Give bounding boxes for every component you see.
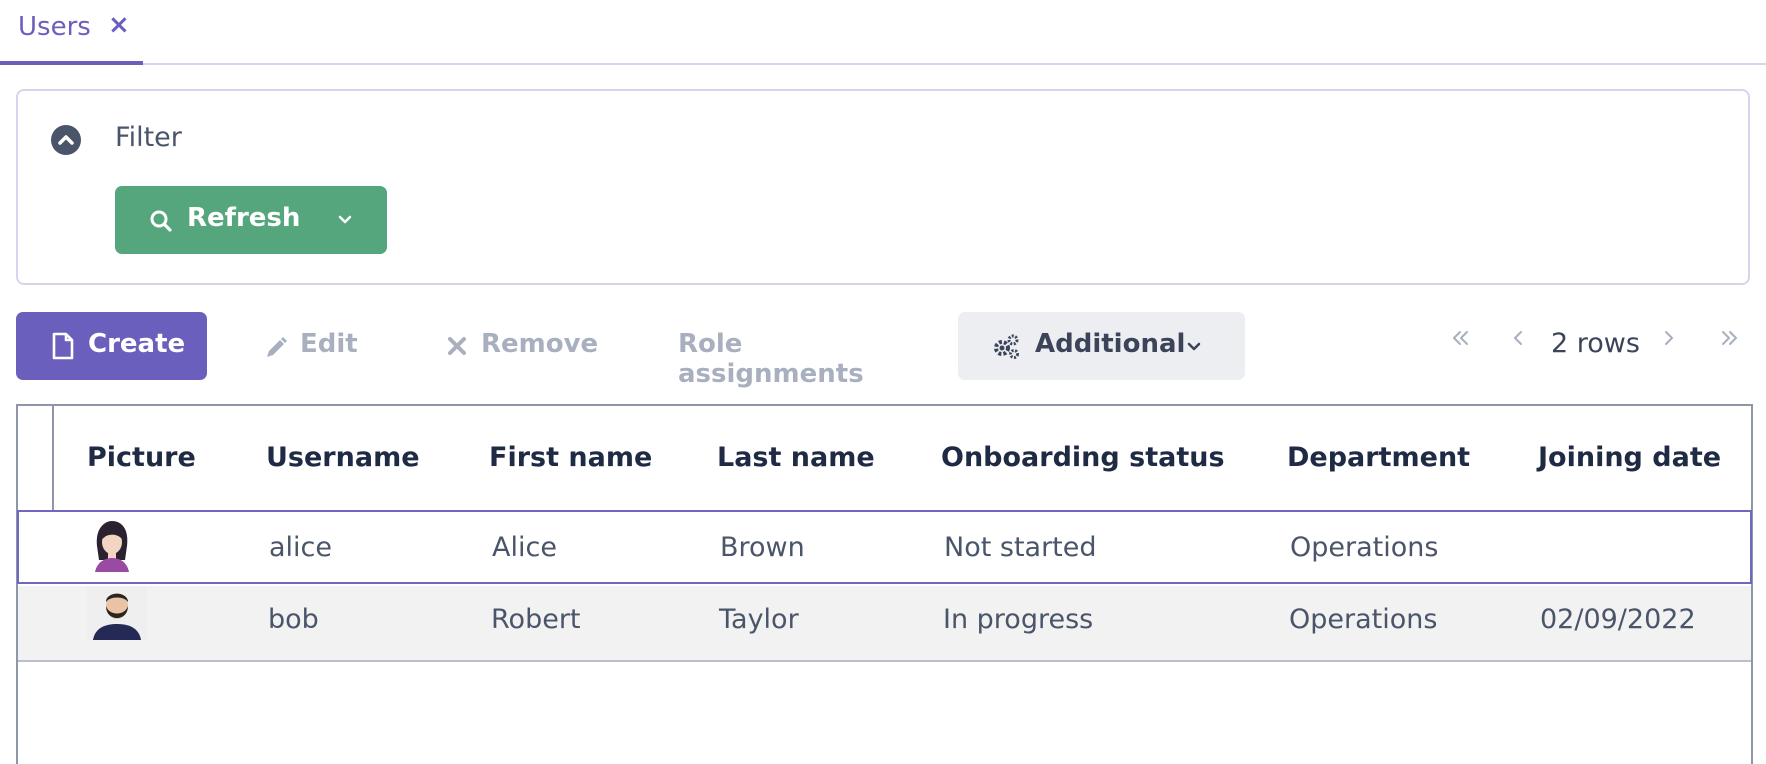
cell-department: Operations <box>1289 604 1438 635</box>
column-header-username[interactable]: Username <box>266 442 420 473</box>
avatar <box>87 586 147 640</box>
role-assignments-button[interactable]: Role assignments <box>678 312 908 389</box>
chevron-down-icon <box>1187 342 1201 351</box>
last-page-icon[interactable] <box>1720 330 1738 346</box>
cell-first-name: Robert <box>491 604 581 635</box>
avatar <box>95 521 129 572</box>
tab-users[interactable]: Users × <box>0 0 143 65</box>
column-header-onboarding-status[interactable]: Onboarding status <box>941 442 1225 473</box>
cell-joining-date: 02/09/2022 <box>1540 604 1696 635</box>
filter-label: Filter <box>115 122 182 153</box>
close-icon <box>448 337 466 355</box>
chevron-up-icon[interactable] <box>51 125 81 155</box>
first-page-icon[interactable] <box>1452 330 1470 346</box>
table-row[interactable]: alice Alice Brown Not started Operations <box>17 510 1752 584</box>
cell-first-name: Alice <box>492 532 557 563</box>
create-button[interactable]: Create <box>16 312 207 380</box>
pencil-icon <box>267 337 287 357</box>
cell-username: alice <box>269 532 333 563</box>
users-table: Picture Username First name Last name On… <box>16 404 1753 764</box>
next-page-icon[interactable] <box>1663 330 1675 346</box>
chevron-down-icon[interactable] <box>337 214 353 226</box>
cell-department: Operations <box>1290 532 1439 563</box>
tab-close-icon[interactable]: × <box>108 10 130 40</box>
table-row[interactable]: bob Robert Taylor In progress Operations… <box>18 586 1751 662</box>
edit-label: Edit <box>300 329 358 359</box>
remove-button[interactable]: Remove <box>446 312 598 380</box>
column-header-first-name[interactable]: First name <box>489 442 652 473</box>
filter-panel: Filter Refresh <box>16 89 1750 285</box>
gears-icon <box>994 334 1019 359</box>
previous-page-icon[interactable] <box>1512 330 1524 346</box>
cell-last-name: Brown <box>720 532 805 563</box>
tab-bar: Users × <box>0 0 1766 65</box>
remove-label: Remove <box>481 329 599 359</box>
create-label: Create <box>88 329 186 359</box>
table-header: Picture Username First name Last name On… <box>18 406 1751 512</box>
document-icon <box>52 332 74 360</box>
cell-onboarding-status: In progress <box>943 604 1094 635</box>
row-count: 2 rows <box>1551 328 1640 359</box>
additional-button[interactable]: Additional <box>958 312 1245 380</box>
cell-onboarding-status: Not started <box>944 532 1097 563</box>
refresh-label: Refresh <box>187 203 301 233</box>
cell-username: bob <box>268 604 319 635</box>
role-assignments-label: Role assignments <box>678 329 864 389</box>
column-header-joining-date[interactable]: Joining date <box>1538 442 1721 473</box>
additional-label: Additional <box>1035 329 1186 359</box>
column-header-picture[interactable]: Picture <box>87 442 196 473</box>
column-header-department[interactable]: Department <box>1287 442 1470 473</box>
edit-button[interactable]: Edit <box>262 312 362 380</box>
tab-users-label: Users <box>18 12 91 42</box>
cell-last-name: Taylor <box>719 604 799 635</box>
refresh-button[interactable]: Refresh <box>115 186 387 254</box>
header-divider <box>52 406 54 510</box>
search-icon <box>150 210 172 232</box>
column-header-last-name[interactable]: Last name <box>717 442 875 473</box>
